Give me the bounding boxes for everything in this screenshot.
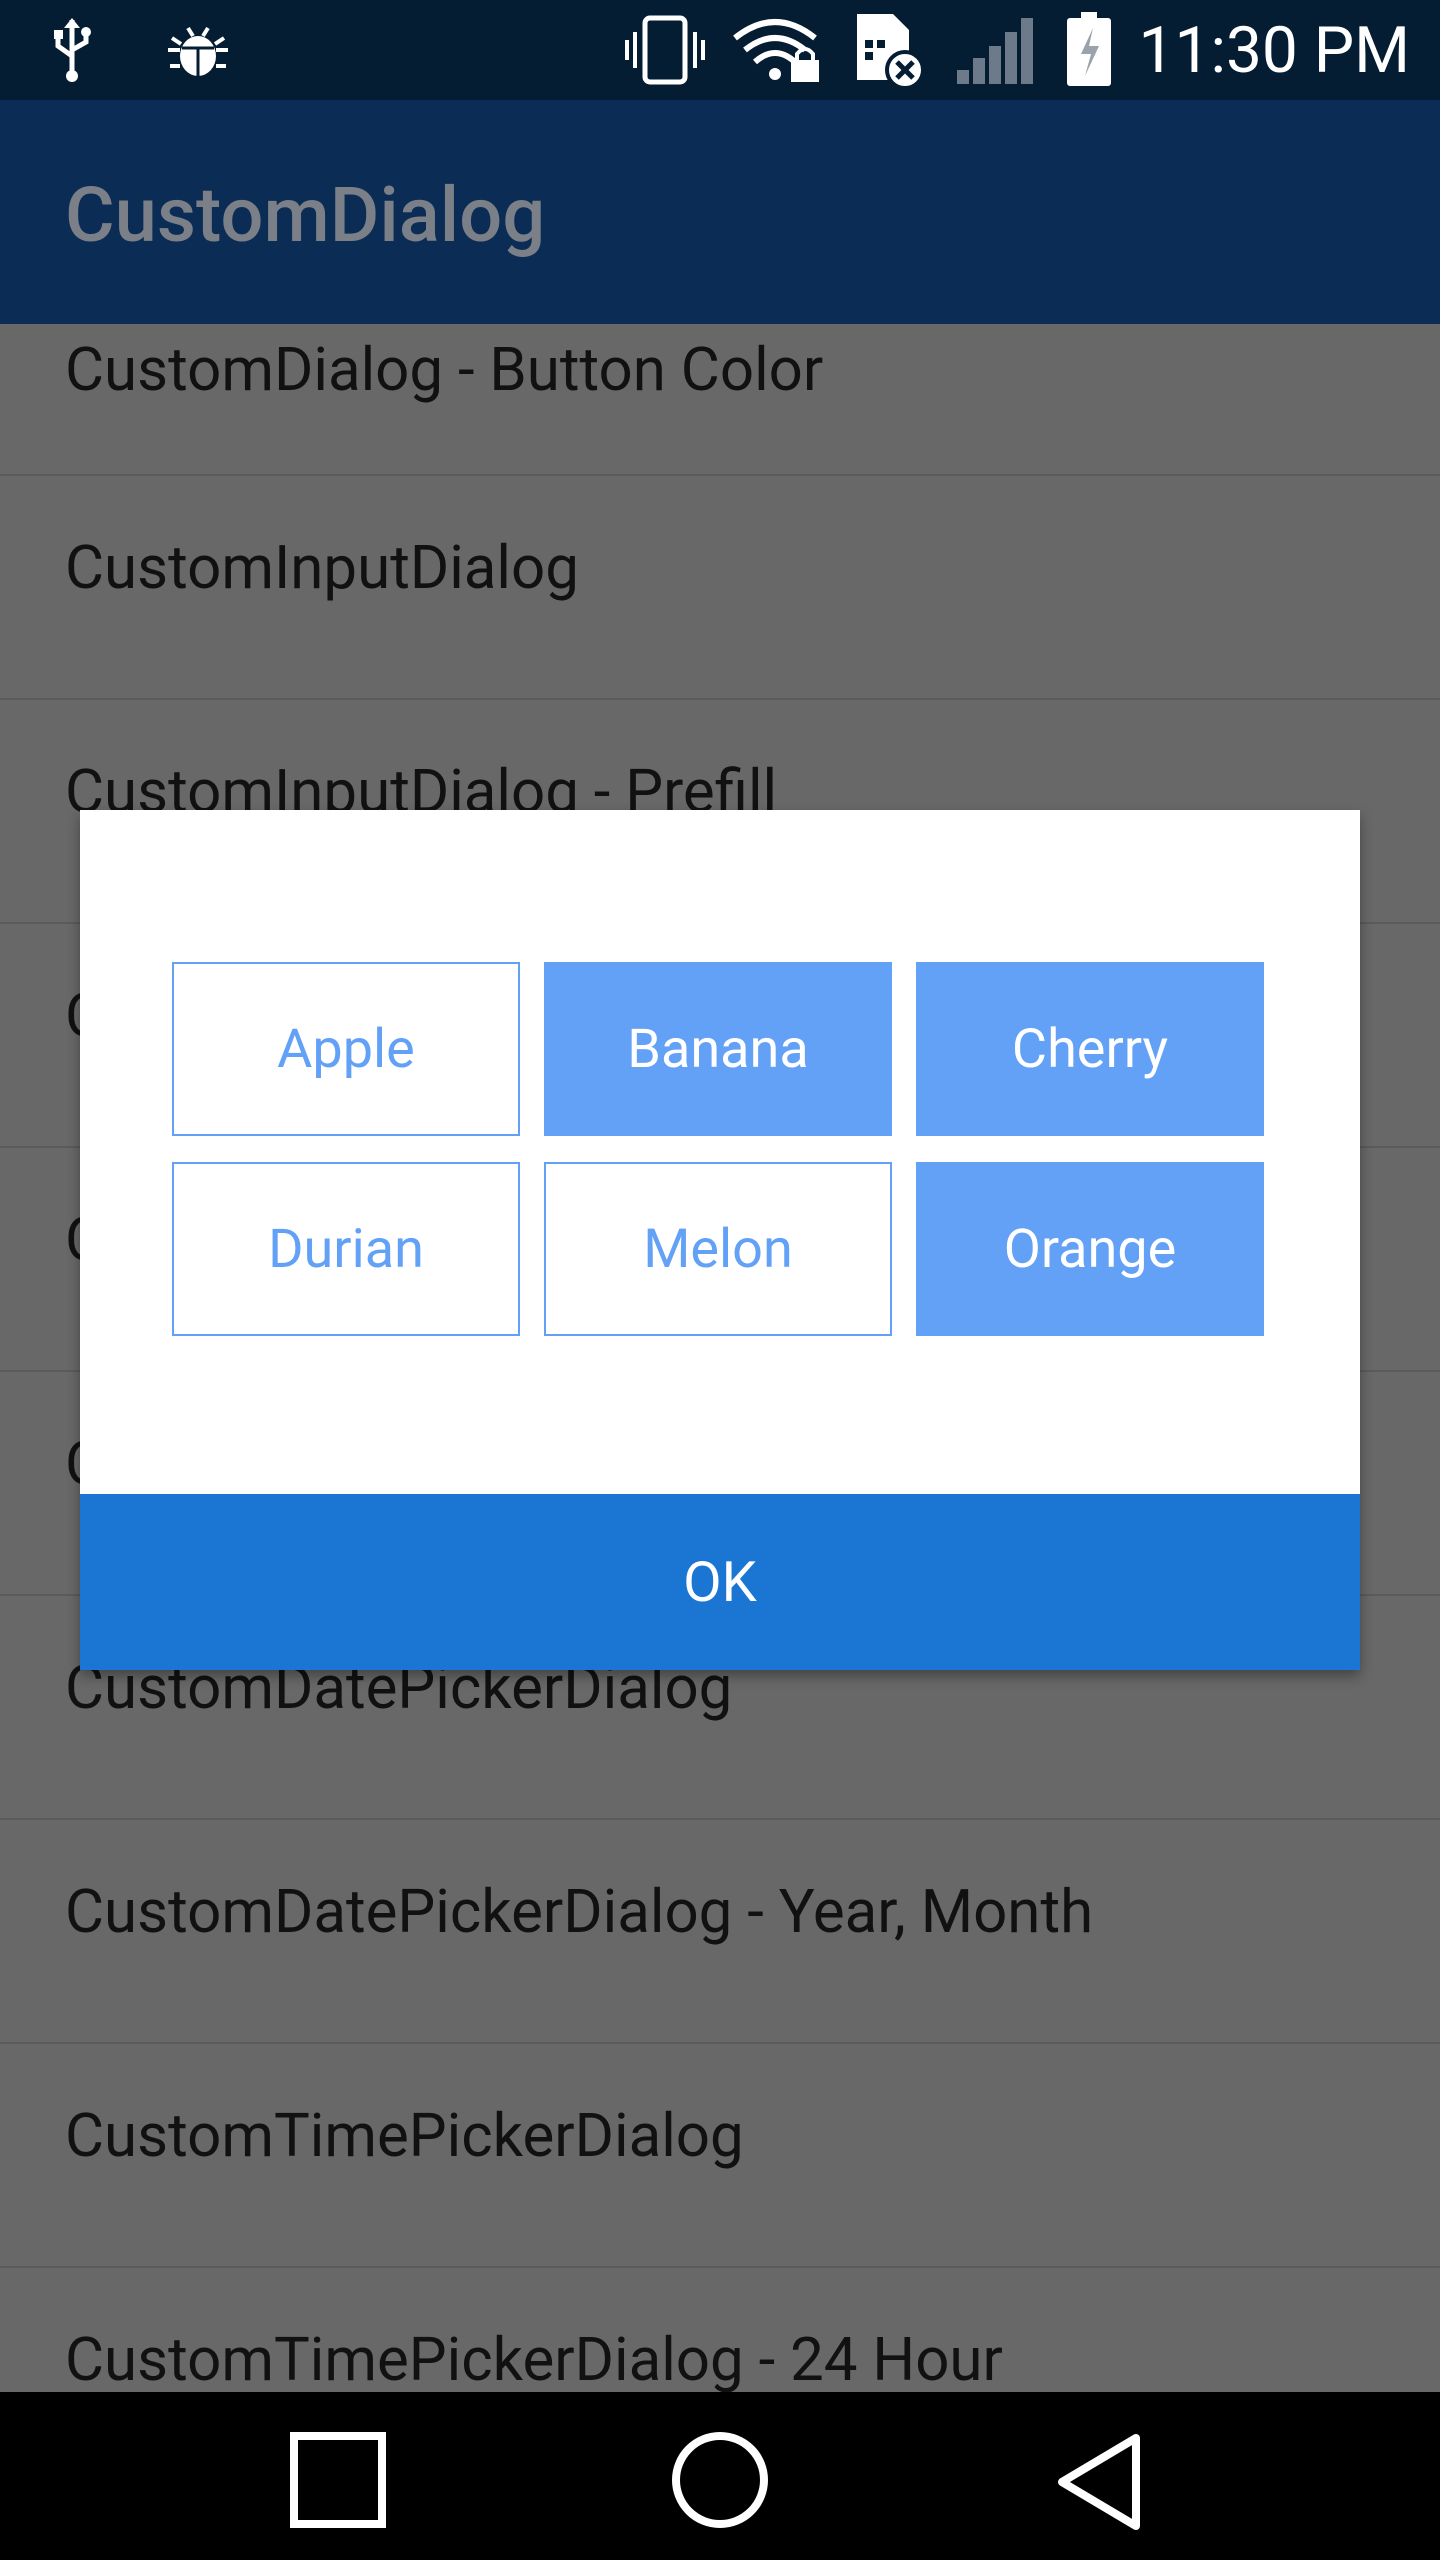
usb-icon <box>50 18 94 82</box>
list-item-label: CustomTimePickerDialog - 24 Hour <box>65 2324 1003 2395</box>
bug-icon <box>166 20 230 80</box>
list-item[interactable]: CustomTimePickerDialog <box>0 2044 1440 2268</box>
signal-icon <box>955 14 1039 86</box>
list-item[interactable]: CustomInputDialog <box>0 476 1440 700</box>
list-item[interactable]: CustomDatePickerDialog - Year, Month <box>0 1820 1440 2044</box>
multi-choice-dialog: Apple Banana Cherry Durian Melon Orange … <box>80 810 1360 1670</box>
navigation-bar <box>0 2392 1440 2560</box>
wifi-lock-icon <box>731 14 823 86</box>
recents-icon[interactable] <box>290 2432 386 2532</box>
vibrate-icon <box>624 14 705 86</box>
back-icon[interactable] <box>1054 2432 1144 2536</box>
app-bar: CustomDialog <box>0 100 1440 324</box>
choice-grid: Apple Banana Cherry Durian Melon Orange <box>172 962 1264 1336</box>
choice-melon[interactable]: Melon <box>544 1162 892 1336</box>
status-time: 11:30 PM <box>1138 12 1411 88</box>
list-item-label: CustomTimePickerDialog <box>65 2100 744 2171</box>
list-item[interactable]: CustomDialog - Button Color <box>0 324 1440 476</box>
choice-durian[interactable]: Durian <box>172 1162 520 1336</box>
choice-apple[interactable]: Apple <box>172 962 520 1136</box>
choice-banana[interactable]: Banana <box>544 962 892 1136</box>
ok-button[interactable]: OK <box>80 1494 1360 1670</box>
app-title: CustomDialog <box>65 170 546 260</box>
home-icon[interactable] <box>670 2432 770 2536</box>
choice-orange[interactable]: Orange <box>916 1162 1264 1336</box>
sim-error-icon <box>849 10 929 90</box>
list-item-label: CustomDialog - Button Color <box>65 334 824 405</box>
list-item-label: CustomDatePickerDialog - Year, Month <box>65 1876 1094 1947</box>
battery-icon <box>1065 12 1113 88</box>
choice-cherry[interactable]: Cherry <box>916 962 1264 1136</box>
status-bar: 11:30 PM <box>0 0 1440 100</box>
list-item-label: CustomInputDialog <box>65 532 579 603</box>
